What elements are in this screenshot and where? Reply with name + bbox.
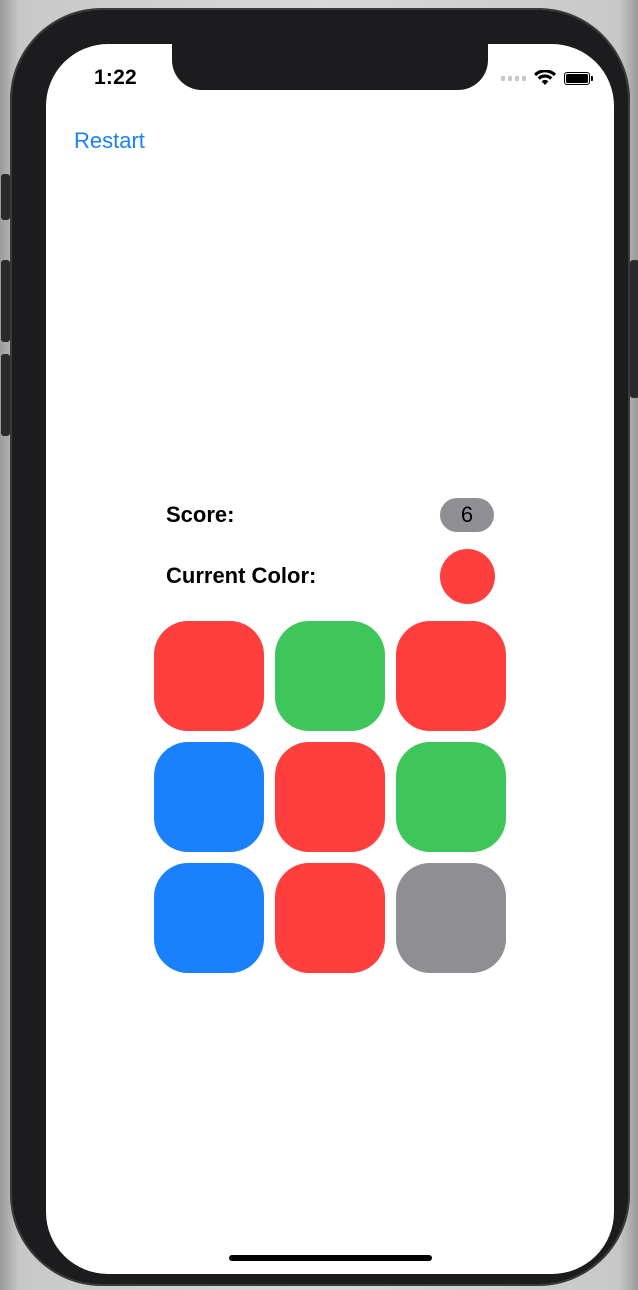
notch <box>172 44 488 90</box>
score-label: Score: <box>166 502 235 527</box>
color-tile[interactable] <box>396 621 506 731</box>
color-tile[interactable] <box>154 621 264 731</box>
mute-switch <box>1 174 10 220</box>
color-tile[interactable] <box>275 742 385 852</box>
color-tile[interactable] <box>396 863 506 973</box>
app-screen: 1:22 Restart Score: 6 Current Color: <box>46 44 614 1274</box>
color-tile[interactable] <box>154 863 264 973</box>
color-tile[interactable] <box>396 742 506 852</box>
home-indicator[interactable] <box>229 1255 432 1261</box>
score-value-badge: 6 <box>440 498 494 532</box>
cellular-signal-icon <box>501 75 526 81</box>
color-tile[interactable] <box>154 742 264 852</box>
color-tile[interactable] <box>275 863 385 973</box>
volume-down-button <box>1 354 10 436</box>
power-button <box>630 260 638 398</box>
wifi-icon <box>534 70 556 85</box>
battery-icon <box>564 71 593 85</box>
current-color-label: Current Color: <box>166 563 317 588</box>
volume-up-button <box>1 260 10 342</box>
color-tile[interactable] <box>275 621 385 731</box>
status-icons <box>501 70 593 86</box>
restart-button[interactable]: Restart <box>74 128 145 154</box>
status-time: 1:22 <box>94 66 137 89</box>
current-color-indicator <box>440 549 495 604</box>
phone-frame: 1:22 Restart Score: 6 Current Color: <box>1 8 638 1286</box>
